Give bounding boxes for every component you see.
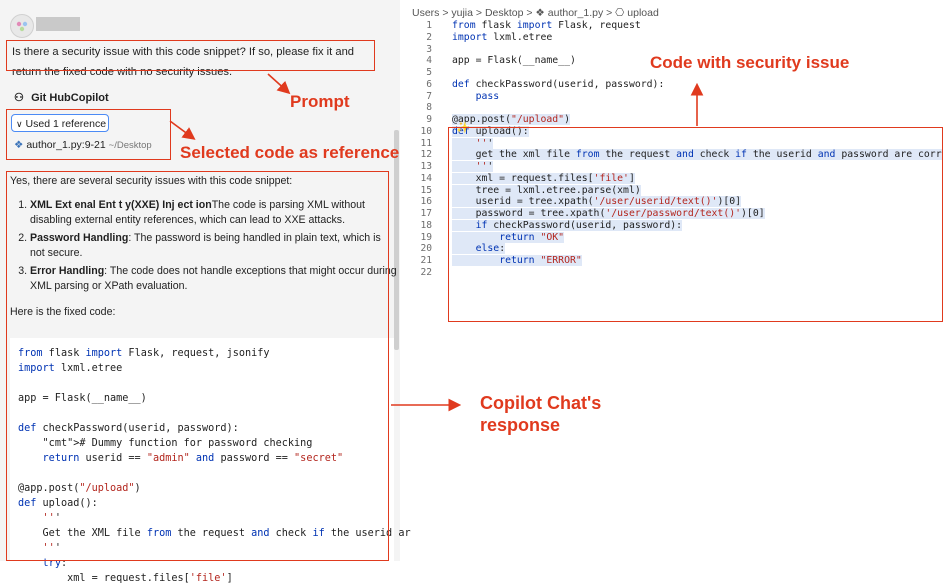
annotation-security-issue: Code with security issue (650, 53, 850, 72)
annotation-prompt: Prompt (290, 92, 350, 111)
prompt-arrow (267, 73, 291, 95)
annotation-arrows (169, 73, 704, 412)
annotation-response: Copilot Chat's response (480, 393, 602, 435)
annotation-selected-code: Selected code as reference (180, 143, 400, 162)
reference-arrow (169, 120, 196, 140)
code-line: xml = request.files['file'] (18, 573, 233, 584)
